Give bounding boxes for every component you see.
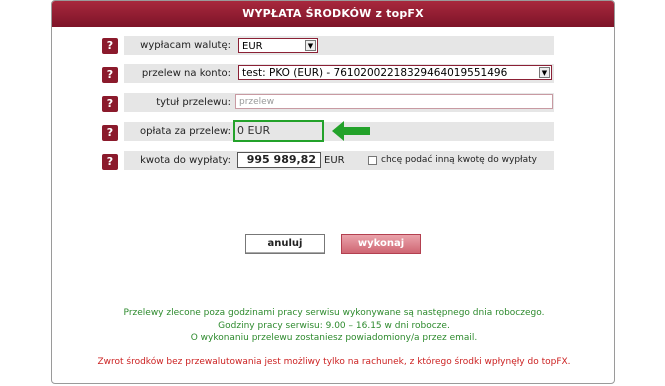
cancel-button[interactable]: anuluj: [245, 234, 325, 254]
account-label: przelew na konto:: [141, 68, 231, 79]
warning-text: Zwrot środków bez przewalutowania jest m…: [97, 357, 571, 367]
help-title-icon[interactable]: ?: [102, 96, 118, 112]
fee-value-highlight: 0 EUR: [233, 120, 324, 142]
amount-currency: EUR: [324, 155, 345, 166]
amount-label: kwota do wypłaty:: [140, 155, 231, 166]
title-label: tytuł przelewu:: [156, 97, 231, 108]
transfer-title-placeholder: przelew: [239, 97, 275, 107]
fee-value: 0 EUR: [237, 124, 271, 137]
currency-label: wypłacam walutę:: [140, 40, 231, 51]
help-account-icon[interactable]: ?: [102, 67, 118, 83]
info-line-3: O wykonaniu przelewu zostaniesz powiadom…: [190, 333, 478, 343]
currency-select[interactable]: EUR ▼: [238, 38, 318, 53]
help-amount-icon[interactable]: ?: [102, 154, 118, 170]
arrow-left-icon: [332, 121, 370, 141]
transfer-title-input[interactable]: przelew: [235, 94, 553, 109]
help-fee-icon[interactable]: ?: [102, 125, 118, 141]
other-amount-checkbox[interactable]: [368, 156, 377, 165]
info-line-1: Przelewy zlecone poza godzinami pracy se…: [123, 308, 545, 318]
chevron-down-icon: ▼: [539, 67, 550, 78]
currency-value: EUR: [242, 41, 263, 52]
account-select[interactable]: test: PKO (EUR) - 7610200221832946401955…: [238, 65, 552, 80]
panel-title: WYPŁATA ŚRODKÓW z topFX: [52, 1, 614, 27]
withdrawal-panel: WYPŁATA ŚRODKÓW z topFX ? wypłacam walut…: [51, 0, 615, 384]
fee-label: opłata za przelew:: [139, 126, 231, 137]
info-line-2: Godziny pracy serwisu: 9.00 – 16.15 w dn…: [218, 321, 450, 331]
submit-button[interactable]: wykonaj: [341, 234, 421, 254]
help-currency-icon[interactable]: ?: [102, 38, 118, 54]
other-amount-label: chcę podać inną kwotę do wypłaty: [381, 155, 537, 165]
account-value: test: PKO (EUR) - 7610200221832946401955…: [242, 67, 508, 79]
amount-value: 995 989,82: [237, 152, 321, 168]
chevron-down-icon: ▼: [305, 40, 316, 51]
